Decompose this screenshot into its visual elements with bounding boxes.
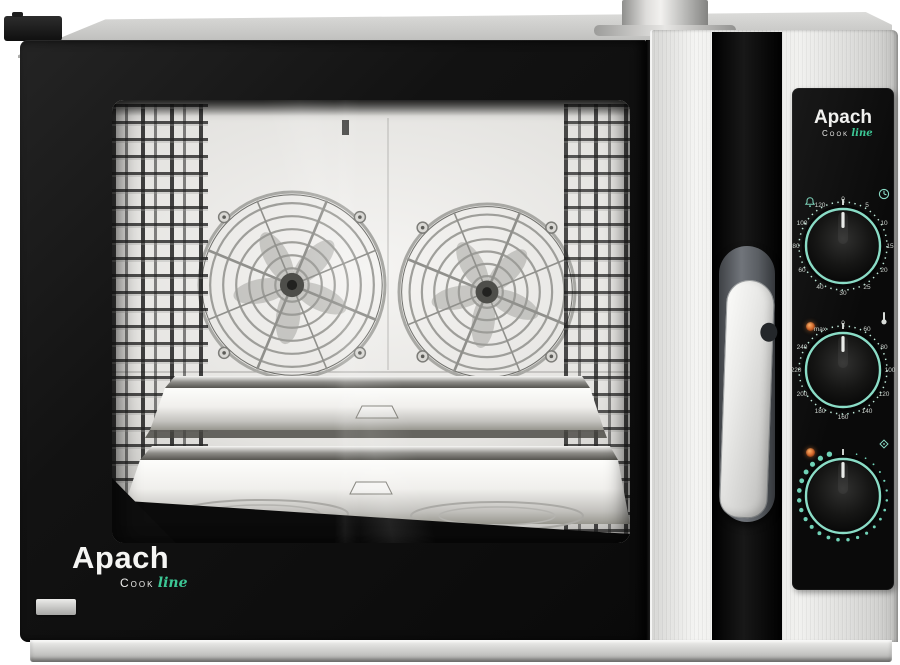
oven-door[interactable]: Apach Cook line [20, 40, 646, 642]
door-handle[interactable] [719, 279, 775, 519]
knob-scale-label: 15 [886, 242, 893, 249]
timer-knob[interactable]: 0 5 10 15 20 25 30 40 60 80 100 120 [792, 184, 894, 302]
humidity-knob-face [795, 448, 891, 544]
temperature-knob[interactable]: 0 60 80 100 120 140 160 180 200 220 240 max [792, 308, 894, 426]
knob-scale-label: 10 [880, 219, 887, 226]
knob-scale-label: max [813, 326, 825, 333]
door-bottom-hinge [36, 599, 76, 615]
stainless-side-panel: Apach Cook line [650, 30, 898, 642]
knob-scale-label: 5 [865, 202, 869, 209]
oven-product-photo: Apach Cook line Apach Cook line [0, 0, 900, 665]
handle-recess-strip [712, 32, 782, 640]
top-left-cap [4, 16, 62, 41]
door-glass-window [112, 100, 630, 543]
knob-scale-label: 20 [880, 266, 887, 273]
temperature-knob-face [795, 322, 891, 418]
handle-notch [760, 322, 778, 342]
interior-trays-layer [112, 100, 630, 543]
knob-scale-label: 30 [839, 289, 846, 296]
door-brand-logo: Apach Cook line [72, 542, 188, 590]
knob-scale-label: 160 [838, 413, 849, 420]
humidity-knob[interactable] [792, 434, 894, 552]
line-wordmark: line [158, 575, 188, 591]
knob-scale-label: 120 [878, 390, 889, 397]
brand-wordmark: Apach [72, 542, 188, 573]
knob-scale-label: 100 [797, 219, 808, 226]
cook-wordmark: Cook [120, 576, 154, 590]
knob-scale-label: 240 [797, 343, 808, 350]
knob-scale-label: 100 [885, 366, 896, 373]
knob-scale-label: 80 [792, 242, 799, 249]
chimney-vent [622, 0, 708, 27]
knob-scale-label: 0 [841, 319, 845, 326]
knob-scale-label: 140 [861, 407, 872, 414]
panel-brand-logo: Apach Cook line [792, 108, 894, 139]
timer-knob-face [795, 198, 891, 294]
knob-scale-label: 60 [799, 266, 806, 273]
control-panel: Apach Cook line [792, 88, 894, 590]
baking-tray-upper [145, 376, 607, 438]
knob-scale-label: 180 [814, 407, 825, 414]
knob-scale-label: 60 [863, 326, 870, 333]
oven-base [30, 640, 892, 662]
knob-scale-label: 80 [880, 343, 887, 350]
knob-scale-label: 0 [841, 195, 845, 202]
knob-scale-label: 40 [816, 283, 823, 290]
knob-scale-label: 200 [797, 390, 808, 397]
knob-scale-label: 120 [814, 202, 825, 209]
knob-scale-label: 220 [791, 366, 802, 373]
knob-scale-label: 25 [863, 283, 870, 290]
